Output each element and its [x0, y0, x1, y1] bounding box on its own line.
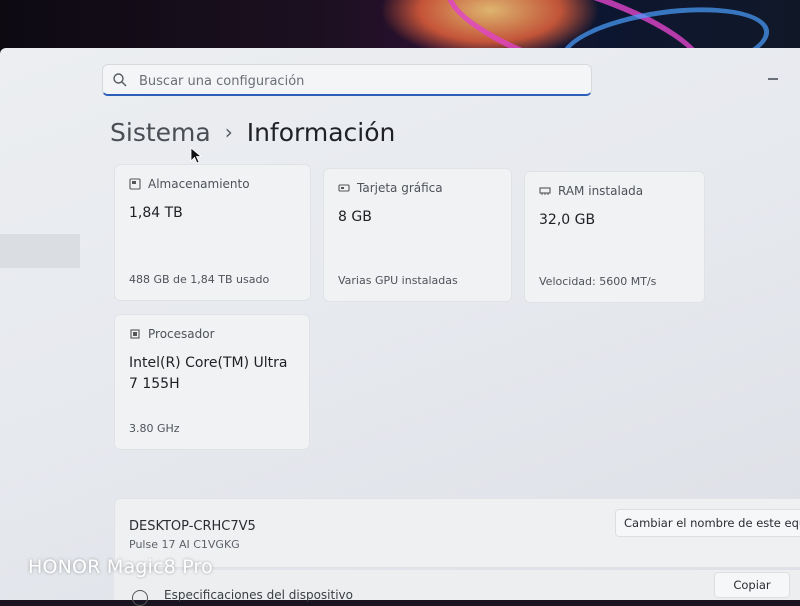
- cpu-value: Intel(R) Core(TM) Ultra 7 155H: [129, 355, 288, 392]
- info-icon: [132, 590, 148, 606]
- device-name: DESKTOP-CRHC7V5: [129, 519, 256, 534]
- ram-detail: Velocidad: 5600 MT/s: [539, 275, 657, 288]
- search-input[interactable]: [137, 69, 581, 93]
- nav-selected-item[interactable]: [0, 234, 80, 268]
- rename-pc-button[interactable]: Cambiar el nombre de este equipo: [615, 509, 800, 537]
- search-box[interactable]: [102, 64, 592, 96]
- cpu-icon: [130, 329, 140, 339]
- ram-card: RAM instalada 32,0 GB Velocidad: 5600 MT…: [524, 171, 705, 303]
- gpu-card: Tarjeta gráfica 8 GB Varias GPU instalad…: [323, 168, 512, 302]
- page-title: Información: [246, 117, 396, 147]
- storage-icon: [129, 178, 141, 190]
- ram-title: RAM instalada: [558, 184, 644, 198]
- storage-detail: 488 GB de 1,84 TB usado: [129, 273, 270, 286]
- breadcrumb-separator: ›: [224, 120, 233, 144]
- ram-icon: [539, 187, 551, 195]
- gpu-icon: [338, 184, 350, 192]
- device-specs-row[interactable]: Especificaciones del dispositivo Copiar: [114, 570, 800, 606]
- device-name-panel: DESKTOP-CRHC7V5 Pulse 17 AI C1VGKG Cambi…: [114, 498, 800, 568]
- gpu-title: Tarjeta gráfica: [357, 181, 443, 195]
- gpu-value: 8 GB: [338, 209, 372, 225]
- storage-card: Almacenamiento 1,84 TB 488 GB de 1,84 TB…: [114, 164, 311, 301]
- device-model: Pulse 17 AI C1VGKG: [129, 538, 240, 551]
- cpu-title: Procesador: [148, 327, 215, 341]
- cpu-card: Procesador Intel(R) Core(TM) Ultra 7 155…: [114, 314, 310, 450]
- breadcrumb: Sistema › Información: [110, 112, 395, 152]
- mouse-cursor-icon: [190, 147, 203, 164]
- storage-value: 1,84 TB: [129, 205, 183, 221]
- minimize-button[interactable]: [768, 78, 778, 80]
- gpu-detail: Varias GPU instaladas: [338, 274, 458, 287]
- copy-button[interactable]: Copiar: [714, 572, 790, 598]
- camera-watermark: HONOR Magic8 Pro: [28, 556, 213, 578]
- breadcrumb-parent[interactable]: Sistema: [110, 118, 211, 147]
- storage-title: Almacenamiento: [148, 177, 250, 191]
- ram-value: 32,0 GB: [539, 212, 596, 228]
- search-icon: [113, 73, 127, 87]
- cpu-detail: 3.80 GHz: [129, 422, 180, 435]
